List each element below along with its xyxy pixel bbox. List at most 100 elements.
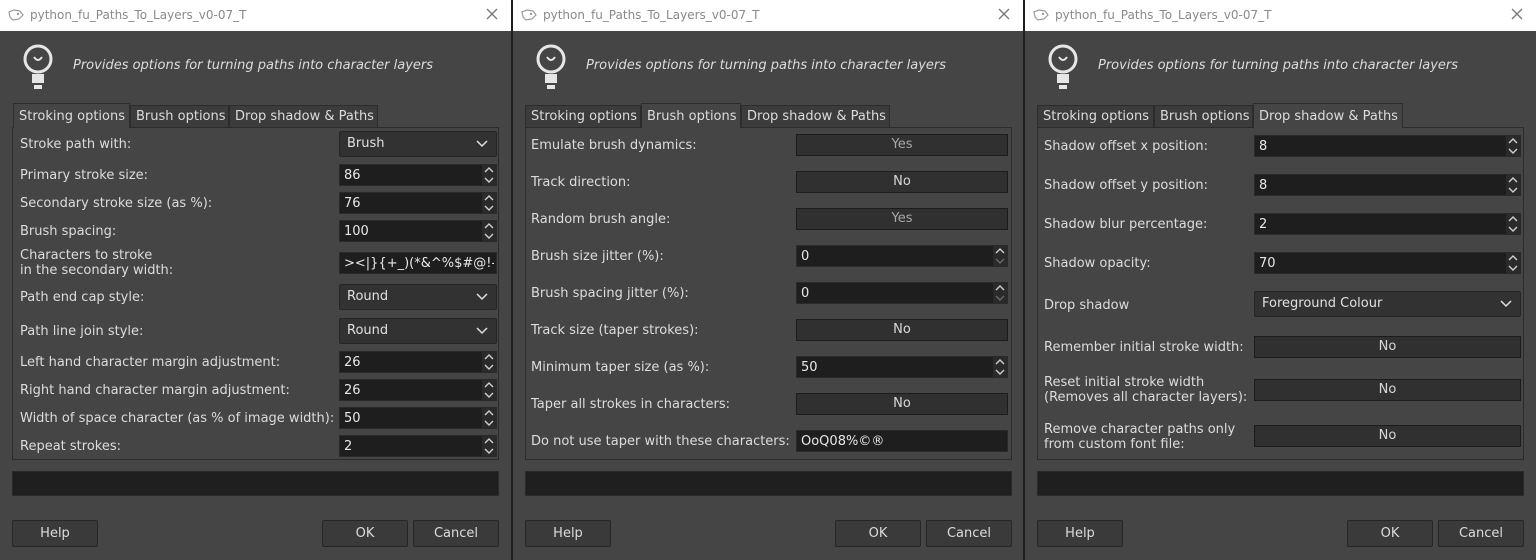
arrow-down-icon (1508, 226, 1518, 232)
tab-drop-shadow-paths[interactable]: Drop shadow & Paths (229, 105, 378, 127)
remember-toggle[interactable]: No (1254, 336, 1521, 358)
chevron-down-icon (476, 327, 488, 335)
arrow-up-icon (484, 223, 494, 229)
spinner-arrows[interactable] (482, 352, 496, 372)
help-button[interactable]: Help (525, 520, 611, 547)
lightbulb-icon (1048, 44, 1078, 89)
chars-stroke-input[interactable]: ><|}{+_)(*&^%$#@!- (339, 252, 497, 274)
remove-paths-toggle[interactable]: No (1254, 425, 1521, 447)
drop-shadow-value: Foreground Colour (1262, 296, 1383, 311)
lightbulb-icon (23, 44, 53, 89)
min-taper-value: 50 (801, 360, 818, 375)
arrow-down-icon (1508, 265, 1518, 271)
tab-stroking-options[interactable]: Stroking options (525, 105, 641, 127)
close-icon[interactable] (483, 5, 501, 23)
spinner-arrows[interactable] (482, 380, 496, 400)
spinner-arrows[interactable] (1506, 253, 1520, 273)
emulate-toggle[interactable]: Yes (796, 134, 1008, 156)
gimp-app-icon (1033, 9, 1049, 21)
opacity-value: 70 (1259, 256, 1276, 271)
help-button[interactable]: Help (1037, 520, 1123, 547)
spinner-arrows[interactable] (482, 408, 496, 428)
tab-drop-shadow-paths[interactable]: Drop shadow & Paths (1253, 103, 1403, 128)
line-join-combo[interactable]: Round (339, 318, 497, 344)
size-jitter-spinner[interactable]: 0 (796, 245, 1008, 267)
remove-paths-label-line1: Remove character paths only (1044, 422, 1236, 437)
left-margin-spinner[interactable]: 26 (339, 351, 497, 373)
no-taper-input[interactable]: OoQ08%©® (796, 430, 1008, 452)
spinner-arrows[interactable] (1506, 214, 1520, 234)
arrow-down-icon (995, 258, 1005, 264)
spinner-arrows[interactable] (993, 246, 1007, 266)
tab-stroking-options[interactable]: Stroking options (1037, 105, 1154, 127)
blur-value: 2 (1259, 217, 1268, 232)
lightbulb-icon (536, 44, 566, 89)
spinner-arrows[interactable] (993, 357, 1007, 377)
cancel-button[interactable]: Cancel (413, 520, 499, 547)
blur-spinner[interactable]: 2 (1254, 213, 1521, 235)
secondary-size-spinner[interactable]: 76 (339, 192, 497, 214)
close-icon[interactable] (995, 5, 1013, 23)
arrow-down-icon (484, 233, 494, 239)
spinner-arrows[interactable] (482, 221, 496, 241)
spinner-arrows[interactable] (482, 165, 496, 185)
track-dir-label: Track direction: (531, 175, 631, 190)
line-join-value: Round (347, 323, 389, 338)
arrow-up-icon (1508, 216, 1518, 222)
stroke-path-combo[interactable]: Brush (339, 131, 497, 157)
right-margin-spinner[interactable]: 26 (339, 379, 497, 401)
tab-brush-options[interactable]: Brush options (1154, 105, 1253, 127)
random-angle-label: Random brush angle: (531, 212, 671, 227)
ok-button[interactable]: OK (1347, 520, 1433, 547)
arrow-down-icon (995, 369, 1005, 375)
title-bar: python_fu_Paths_To_Layers_v0-07_T (1025, 0, 1536, 31)
spinner-arrows[interactable] (482, 193, 496, 213)
brush-spacing-spinner[interactable]: 100 (339, 220, 497, 242)
chevron-down-icon (1500, 300, 1512, 308)
random-angle-toggle[interactable]: Yes (796, 208, 1008, 230)
repeat-spinner[interactable]: 2 (339, 435, 497, 457)
spinner-arrows[interactable] (993, 283, 1007, 303)
opacity-spinner[interactable]: 70 (1254, 252, 1521, 274)
tab-stroking-options[interactable]: Stroking options (13, 103, 130, 128)
cancel-button[interactable]: Cancel (1438, 520, 1524, 547)
space-width-spinner[interactable]: 50 (339, 407, 497, 429)
cancel-button[interactable]: Cancel (926, 520, 1012, 547)
ok-button[interactable]: OK (835, 520, 921, 547)
primary-size-spinner[interactable]: 86 (339, 164, 497, 186)
close-icon[interactable] (1508, 5, 1526, 23)
taper-all-toggle[interactable]: No (796, 393, 1008, 415)
no-taper-value: OoQ08%©® (801, 434, 885, 449)
spinner-arrows[interactable] (1506, 175, 1520, 195)
reset-toggle[interactable]: No (1254, 379, 1521, 401)
brush-spacing-value: 100 (344, 224, 369, 239)
window-title: python_fu_Paths_To_Layers_v0-07_T (30, 8, 247, 22)
spinner-arrows[interactable] (482, 436, 496, 456)
stroke-path-value: Brush (347, 136, 385, 151)
offset-y-spinner[interactable]: 8 (1254, 174, 1521, 196)
opacity-label: Shadow opacity: (1044, 256, 1151, 271)
arrow-up-icon (484, 410, 494, 416)
track-size-label: Track size (taper strokes): (531, 323, 699, 338)
arrow-up-icon (995, 359, 1005, 365)
min-taper-label: Minimum taper size (as %): (531, 360, 710, 375)
spacing-jitter-spinner[interactable]: 0 (796, 282, 1008, 304)
help-button[interactable]: Help (12, 520, 98, 547)
tab-drop-shadow-paths[interactable]: Drop shadow & Paths (741, 105, 890, 127)
spinner-arrows[interactable] (1506, 136, 1520, 156)
tab-brush-options[interactable]: Brush options (130, 105, 229, 127)
window-title: python_fu_Paths_To_Layers_v0-07_T (543, 8, 760, 22)
offset-x-spinner[interactable]: 8 (1254, 135, 1521, 157)
min-taper-spinner[interactable]: 50 (796, 356, 1008, 378)
line-join-label: Path line join style: (20, 324, 144, 339)
reset-label-line2: (Removes all character layers): (1044, 390, 1248, 405)
end-cap-combo[interactable]: Round (339, 284, 497, 310)
offset-x-label: Shadow offset x position: (1044, 139, 1209, 154)
ok-button[interactable]: OK (322, 520, 408, 547)
repeat-label: Repeat strokes: (20, 439, 121, 454)
drop-shadow-combo[interactable]: Foreground Colour (1254, 291, 1521, 317)
arrow-down-icon (484, 177, 494, 183)
track-dir-toggle[interactable]: No (796, 171, 1008, 193)
tab-brush-options[interactable]: Brush options (641, 103, 741, 128)
track-size-toggle[interactable]: No (796, 319, 1008, 341)
